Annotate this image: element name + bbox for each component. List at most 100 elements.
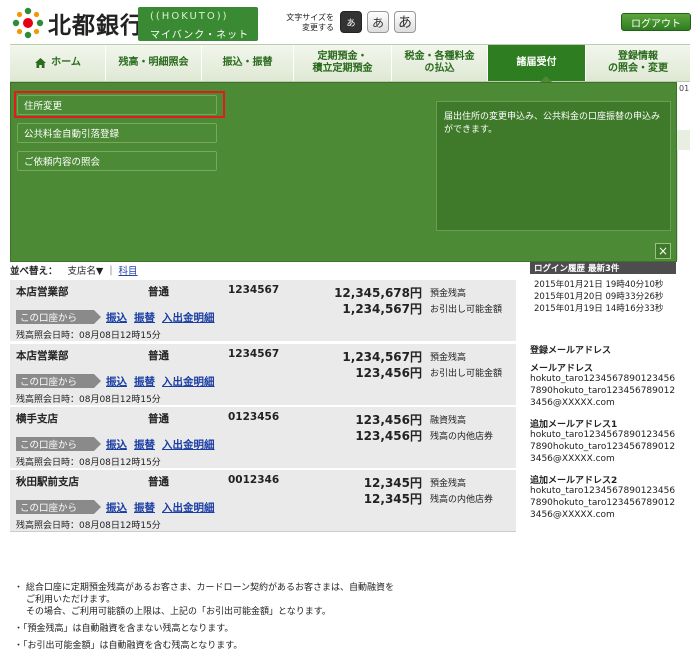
account-amount-primary-label: 預金残高: [430, 289, 467, 299]
font-size-label-line1: 文字サイズを: [286, 13, 334, 22]
transfer-link[interactable]: 振込: [106, 437, 127, 452]
nav-tax-payment[interactable]: 税金・各種料金 の払込: [392, 45, 488, 81]
account-row: 横手支店 普通 0123456 123,456円 融資残高 123,456円 残…: [10, 407, 516, 469]
close-icon[interactable]: ×: [655, 243, 671, 259]
nav-tax-payment-line2: の払込: [424, 63, 455, 74]
nav-registration[interactable]: 登録情報 の照会・変更: [586, 45, 690, 81]
account-transfer-link[interactable]: 振替: [134, 374, 155, 389]
email-line: 7890hokuto_taro123456789012: [530, 442, 676, 452]
account-transfer-link[interactable]: 振替: [134, 310, 155, 325]
sort-label: 並べ替え：: [10, 266, 58, 277]
from-this-account-label: この口座から: [16, 374, 101, 388]
nav-balance-label: 残高・明細照会: [118, 57, 189, 68]
sort-bar: 並べ替え： 支店名▼ | 科目: [10, 263, 516, 278]
email-line: 3456@XXXXX.com: [530, 454, 615, 464]
nav-transfer-label: 振込・振替: [222, 57, 273, 68]
note-line: ・ 総合口座に定期預金残高があるお客さま、カードローン契約があるお客さまは、自動…: [14, 583, 395, 593]
balance-timestamp: 残高照会日時：08月08日12時15分: [16, 331, 161, 341]
email-label: 追加メールアドレス1: [530, 420, 618, 430]
statement-link[interactable]: 入出金明細: [162, 374, 215, 389]
account-number: 1234567: [228, 284, 280, 296]
note-line: ・「預金残高」は自動融資を含まない残高となります。: [14, 624, 234, 634]
logout-button[interactable]: ログアウト: [621, 13, 691, 31]
account-number: 1234567: [228, 348, 280, 360]
account-amount-primary-label: 融資残高: [430, 416, 467, 426]
account-transfer-link[interactable]: 振替: [134, 500, 155, 515]
account-type: 普通: [148, 476, 169, 488]
login-history-entry: 2015年01月19日 14時16分33秒: [534, 304, 664, 314]
account-branch: 秋田駅前支店: [16, 476, 79, 488]
background-panel-edge-lower: [677, 150, 690, 260]
note-line: ・「お引出可能金額」は自動融資を含む残高となります。: [14, 641, 243, 651]
menu-address-change[interactable]: 住所変更: [17, 95, 217, 115]
font-size-medium-button[interactable]: あ: [367, 11, 389, 33]
account-amount-primary: 123,456円: [355, 413, 422, 427]
menu-description: 届出住所の変更申込み、公共料金の口座振替の申込みができます。: [436, 101, 671, 231]
font-size-large-button[interactable]: あ: [394, 11, 416, 33]
balance-timestamp: 残高照会日時：08月08日12時15分: [16, 458, 161, 468]
font-size-small-button[interactable]: あ: [340, 11, 362, 33]
account-branch: 本店営業部: [16, 350, 69, 362]
nav-registration-line2: の照会・変更: [608, 63, 668, 74]
email-line: hokuto_taro1234567890123456: [530, 430, 676, 440]
bank-logo[interactable]: 北都銀行 ((HOKUTO)) マイバンク・ネット: [10, 4, 258, 42]
email-label: 追加メールアドレス2: [530, 476, 618, 486]
account-amount-secondary-label: 残高の内他店券: [430, 495, 494, 505]
account-amount-secondary: 12,345円: [363, 492, 422, 506]
account-amount-primary: 1,234,567円: [342, 350, 422, 364]
account-type: 普通: [148, 413, 169, 425]
transfer-link[interactable]: 振込: [106, 500, 127, 515]
account-number: 0123456: [228, 411, 280, 423]
transfer-link[interactable]: 振込: [106, 310, 127, 325]
account-type: 普通: [148, 350, 169, 362]
statement-link[interactable]: 入出金明細: [162, 500, 215, 515]
transfer-link[interactable]: 振込: [106, 374, 127, 389]
account-amount-primary: 12,345,678円: [334, 286, 422, 300]
account-amount-secondary-label: 残高の内他店券: [430, 432, 494, 442]
login-history-entry: 2015年01月20日 09時33分26秒: [534, 292, 664, 302]
nav-balance[interactable]: 残高・明細照会: [106, 45, 202, 81]
sort-subject-option[interactable]: 科目: [119, 263, 138, 277]
sort-branch-option[interactable]: 支店名▼: [68, 263, 104, 277]
menu-request-inquiry[interactable]: ご依頼内容の照会: [17, 151, 217, 171]
from-this-account-label: この口座から: [16, 500, 101, 514]
global-nav: ホーム 残高・明細照会 振込・振替 定期預金・ 積立定期預金 税金・各種料金 の…: [10, 44, 690, 82]
nav-tax-payment-line1: 税金・各種料金: [404, 51, 475, 62]
statement-link[interactable]: 入出金明細: [162, 437, 215, 452]
statement-link[interactable]: 入出金明細: [162, 310, 215, 325]
account-branch: 横手支店: [16, 413, 58, 425]
font-size-label-line2: 変更する: [302, 23, 334, 32]
nav-home[interactable]: ホーム: [10, 45, 106, 81]
account-amount-primary-label: 預金残高: [430, 353, 467, 363]
nav-applications[interactable]: 諸届受付: [488, 45, 586, 81]
account-amount-primary: 12,345円: [363, 476, 422, 490]
login-history-entry: 2015年01月21日 19時40分10秒: [534, 280, 664, 290]
from-this-account-label: この口座から: [16, 437, 101, 451]
login-history: ログイン履歴 最新3件 2015年01月21日 19時40分10秒 2015年0…: [530, 262, 676, 322]
email-line: hokuto_taro1234567890123456: [530, 486, 676, 496]
nav-time-deposit-line2: 積立定期預金: [312, 63, 373, 74]
menu-utility-autopay[interactable]: 公共料金自動引落登録: [17, 123, 217, 143]
email-label: メールアドレス: [530, 364, 594, 374]
nav-transfer[interactable]: 振込・振替: [202, 45, 294, 81]
email-line: 7890hokuto_taro123456789012: [530, 386, 676, 396]
email-line: 3456@XXXXX.com: [530, 398, 615, 408]
email-line: hokuto_taro1234567890123456: [530, 374, 676, 384]
account-amount-primary-label: 預金残高: [430, 479, 467, 489]
account-transfer-link[interactable]: 振替: [134, 437, 155, 452]
account-type: 普通: [148, 286, 169, 298]
from-this-account-label: この口座から: [16, 310, 101, 324]
account-amount-secondary: 123,456円: [355, 366, 422, 380]
home-icon: [35, 58, 47, 68]
page: 北都銀行 ((HOKUTO)) マイバンク・ネット 文字サイズを 変更する あ …: [0, 0, 700, 669]
nav-applications-label: 諸届受付: [516, 57, 557, 68]
logo-band-jp: マイバンク・ネット: [150, 30, 250, 41]
account-row: 本店営業部 普通 1234567 12,345,678円 預金残高 1,234,…: [10, 280, 516, 342]
nav-time-deposit[interactable]: 定期預金・ 積立定期預金: [294, 45, 392, 81]
account-amount-secondary-label: お引出し可能金額: [430, 305, 503, 315]
table-bottom-divider: [10, 531, 516, 532]
account-branch: 本店営業部: [16, 286, 69, 298]
nav-registration-line1: 登録情報: [618, 51, 658, 62]
bank-name: 北都銀行: [48, 13, 144, 39]
bank-mark-icon: [12, 7, 44, 39]
